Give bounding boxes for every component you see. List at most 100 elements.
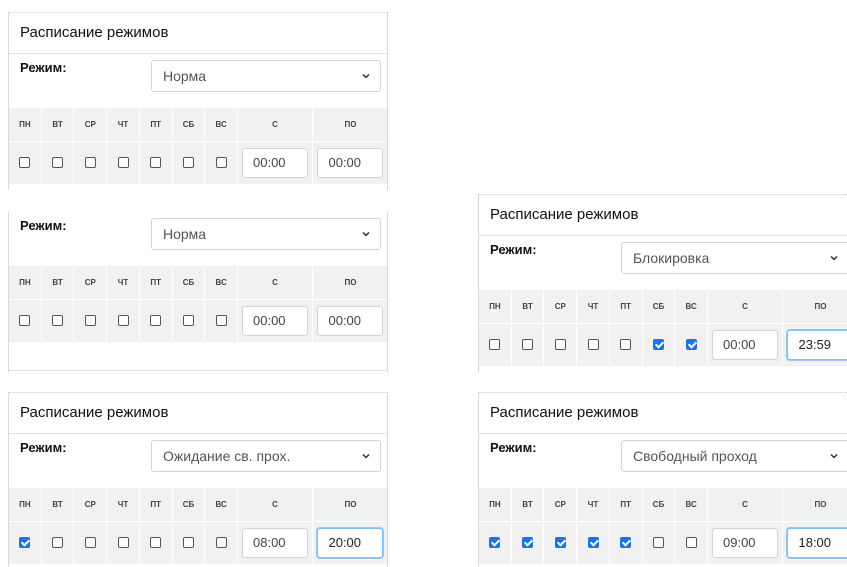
day-checkbox-сб[interactable]: [182, 537, 194, 549]
day-checkbox-вс[interactable]: [215, 315, 227, 327]
to-cell: 23:59: [783, 324, 847, 366]
time-to-input[interactable]: 00:00: [317, 148, 384, 178]
panel-title: Расписание режимов: [479, 392, 847, 434]
from-cell: 00:00: [708, 324, 783, 366]
mode-label: Режим:: [20, 440, 67, 455]
to-cell: 00:00: [313, 142, 387, 184]
day-cell: [479, 522, 512, 564]
header-row: ПН ВТ СР ЧТ ПТ СБ ВС С ПО: [9, 266, 387, 300]
time-from-input[interactable]: 00:00: [712, 330, 778, 360]
day-checkbox-пт[interactable]: [150, 537, 162, 549]
day-checkbox-сб[interactable]: [652, 537, 664, 549]
day-checkbox-чт[interactable]: [117, 157, 129, 169]
day-cell: [512, 522, 545, 564]
day-header: ВТ: [41, 108, 75, 142]
day-cell: [9, 522, 42, 564]
day-checkbox-вт[interactable]: [522, 537, 534, 549]
day-cell: [205, 522, 239, 564]
day-checkbox-ср[interactable]: [554, 339, 566, 351]
time-from-input[interactable]: 08:00: [242, 528, 308, 558]
day-cell: [107, 300, 140, 342]
mode-select[interactable]: Норма: [151, 60, 381, 92]
from-cell: 00:00: [238, 300, 313, 342]
day-checkbox-вс[interactable]: [215, 157, 227, 169]
mode-select[interactable]: Свободный проход: [621, 440, 847, 472]
mode-label: Режим:: [490, 242, 537, 257]
day-checkbox-пн[interactable]: [19, 315, 31, 327]
time-from-input[interactable]: 00:00: [242, 148, 308, 178]
to-header: ПО: [782, 290, 847, 324]
day-checkbox-ср[interactable]: [84, 537, 96, 549]
header-row: ПН ВТ СР ЧТ ПТ СБ ВС С ПО: [479, 488, 847, 522]
day-cell: [610, 522, 643, 564]
day-cell: [675, 522, 709, 564]
day-checkbox-пт[interactable]: [150, 315, 162, 327]
day-header: ПТ: [139, 108, 173, 142]
schedule-table: ПН ВТ СР ЧТ ПТ СБ ВС С ПО 00:00 00:00: [9, 266, 387, 342]
day-cell: [140, 142, 173, 184]
day-checkbox-пт[interactable]: [620, 537, 632, 549]
time-to-input[interactable]: 18:00: [787, 528, 847, 558]
mode-select[interactable]: Норма: [151, 218, 381, 250]
time-to-input[interactable]: 23:59: [787, 330, 847, 360]
day-header: ЧТ: [107, 488, 140, 522]
day-checkbox-ср[interactable]: [84, 157, 96, 169]
panel-title: Расписание режимов: [479, 194, 847, 236]
day-checkbox-пн[interactable]: [489, 339, 501, 351]
mode-select-value: Блокировка: [633, 250, 710, 266]
day-header: ПТ: [139, 488, 173, 522]
time-to-input[interactable]: 20:00: [317, 528, 384, 558]
day-checkbox-вт[interactable]: [52, 315, 64, 327]
day-header: СР: [74, 108, 108, 142]
day-checkbox-вт[interactable]: [52, 537, 64, 549]
day-header: ЧТ: [107, 266, 140, 300]
day-checkbox-сб[interactable]: [182, 157, 194, 169]
time-from-input[interactable]: 00:00: [242, 306, 308, 336]
mode-row: Режим: Ожидание св. прох.: [9, 434, 387, 478]
day-checkbox-вт[interactable]: [52, 157, 64, 169]
day-cell: [675, 324, 709, 366]
time-to-input[interactable]: 00:00: [317, 306, 384, 336]
day-checkbox-вт[interactable]: [522, 339, 534, 351]
day-checkbox-сб[interactable]: [182, 315, 194, 327]
day-cell: [544, 324, 578, 366]
day-checkbox-ср[interactable]: [84, 315, 96, 327]
day-checkbox-чт[interactable]: [117, 537, 129, 549]
day-checkbox-чт[interactable]: [117, 315, 129, 327]
mode-row: Режим: Норма: [9, 54, 387, 98]
from-header: С: [708, 488, 783, 522]
day-checkbox-вс[interactable]: [215, 537, 227, 549]
day-cell: [577, 522, 610, 564]
day-checkbox-вс[interactable]: [685, 537, 697, 549]
day-checkbox-пт[interactable]: [620, 339, 632, 351]
day-checkbox-пн[interactable]: [489, 537, 501, 549]
day-checkbox-сб[interactable]: [652, 339, 664, 351]
schedule-table: ПН ВТ СР ЧТ ПТ СБ ВС С ПО 00:00 23:59: [479, 290, 847, 366]
day-checkbox-пн[interactable]: [19, 157, 31, 169]
day-checkbox-пн[interactable]: [19, 537, 31, 549]
chevron-down-icon: [830, 453, 838, 459]
day-header: СБ: [172, 108, 206, 142]
mode-select-value: Свободный проход: [633, 448, 757, 464]
day-checkbox-чт[interactable]: [587, 339, 599, 351]
day-cell: [9, 142, 42, 184]
chevron-down-icon: [830, 255, 838, 261]
day-cell: [140, 522, 173, 564]
day-header: ВТ: [41, 488, 75, 522]
time-from-input[interactable]: 09:00: [712, 528, 778, 558]
mode-row: Режим: Блокировка: [479, 236, 847, 280]
day-checkbox-пт[interactable]: [150, 157, 162, 169]
day-checkbox-чт[interactable]: [587, 537, 599, 549]
day-header: ВТ: [511, 290, 545, 324]
day-checkbox-ср[interactable]: [554, 537, 566, 549]
mode-label: Режим:: [20, 60, 67, 75]
mode-select[interactable]: Ожидание св. прох.: [151, 440, 381, 472]
day-header: СБ: [642, 290, 676, 324]
day-checkbox-вс[interactable]: [685, 339, 697, 351]
day-cell: [42, 300, 75, 342]
day-header: СР: [544, 290, 578, 324]
schedule-row: 09:00 18:00: [479, 522, 847, 564]
mode-select[interactable]: Блокировка: [621, 242, 847, 274]
header-row: ПН ВТ СР ЧТ ПТ СБ ВС С ПО: [9, 108, 387, 142]
header-row: ПН ВТ СР ЧТ ПТ СБ ВС С ПО: [9, 488, 387, 522]
